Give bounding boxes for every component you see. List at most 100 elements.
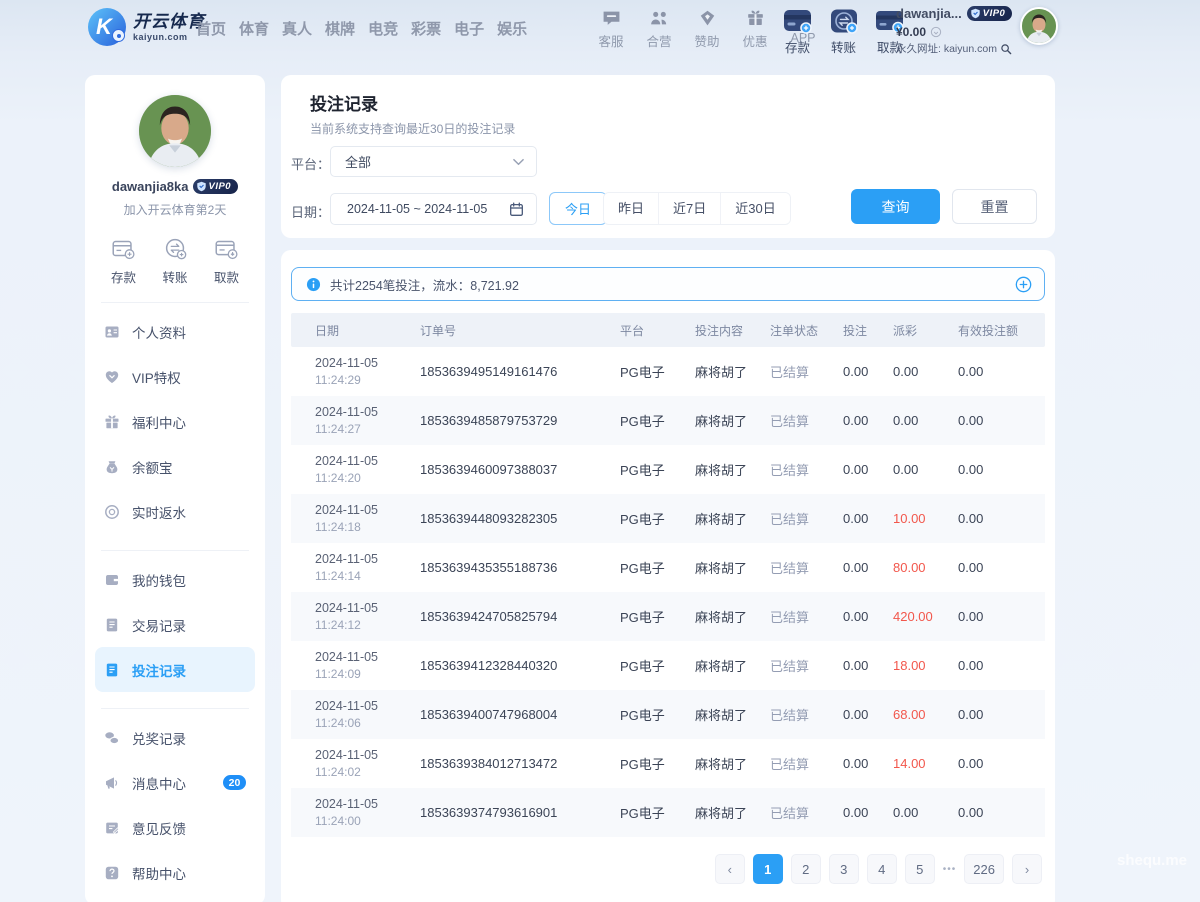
cell-platform: PG电子 — [620, 754, 695, 773]
search-button[interactable]: 查询 — [851, 189, 940, 224]
brand-logo[interactable]: K 开云体育 kaiyun.com — [88, 8, 205, 46]
logo-letter: K — [96, 14, 112, 40]
platform-select[interactable]: 全部 — [330, 146, 537, 177]
pagination-last-page-button[interactable]: 226 — [964, 854, 1004, 884]
sidebar-menu-item[interactable]: 我的钱包 — [95, 557, 255, 602]
cell-bet-content: 麻将胡了 — [695, 754, 770, 773]
summary-bar: 共计2254笔投注，流水：8,721.92 — [291, 267, 1045, 301]
quick-range-button[interactable]: 昨日 — [604, 193, 658, 224]
nav-link-6[interactable]: 电子 — [454, 18, 484, 39]
quick-action[interactable]: 取款 — [212, 235, 241, 286]
quick-action[interactable]: 存款 — [109, 235, 138, 286]
pagination-prev-button[interactable]: ‹ — [715, 854, 745, 884]
search-icon[interactable] — [1000, 43, 1012, 55]
prize-icon — [104, 730, 120, 746]
cell-platform: PG电子 — [620, 656, 695, 675]
vip-shield-icon — [970, 8, 981, 19]
yuebao-icon — [104, 459, 120, 475]
date-range-input[interactable]: 2024-11-05 ~ 2024-11-05 — [330, 193, 537, 225]
pagination-page-button[interactable]: 4 — [867, 854, 897, 884]
column-header: 投注 — [843, 322, 893, 339]
cell-payout: 420.00 — [893, 609, 958, 624]
cell-bet-amount: 0.00 — [843, 658, 893, 673]
navbar-wallet-group: 存款 转账 取款 — [779, 8, 908, 56]
cell-order-no: 1853639412328440320 — [420, 658, 620, 673]
table-row: 2024-11-05 11:24:06 1853639400747968004 … — [291, 690, 1045, 739]
sidebar-menu-item[interactable]: 余额宝 — [95, 444, 255, 489]
cell-bet-content: 麻将胡了 — [695, 362, 770, 381]
pagination-next-button[interactable]: › — [1012, 854, 1042, 884]
cell-valid-amount: 0.00 — [958, 658, 1037, 673]
chat-icon — [602, 9, 621, 27]
sidebar-menu-item[interactable]: 投注记录 — [95, 647, 255, 692]
nav-link-1[interactable]: 体育 — [239, 18, 269, 39]
pagination: ‹12345•••226› — [291, 854, 1045, 884]
brand-logo-icon: K — [88, 8, 126, 46]
sidebar-menu-item[interactable]: 个人资料 — [95, 309, 255, 354]
sidebar-menu-item[interactable]: 帮助中心 — [95, 850, 255, 895]
cell-platform: PG电子 — [620, 411, 695, 430]
cell-status: 已结算 — [770, 558, 843, 577]
refresh-balance-icon[interactable] — [930, 26, 942, 38]
divider — [101, 708, 249, 709]
cell-status: 已结算 — [770, 656, 843, 675]
deposit-outline-icon — [109, 235, 138, 263]
cell-bet-content: 麻将胡了 — [695, 607, 770, 626]
quick-action[interactable]: 转账 — [161, 235, 190, 286]
cell-order-no: 1853639384012713472 — [420, 756, 620, 771]
column-header: 派彩 — [893, 322, 958, 339]
cell-date: 2024-11-05 — [315, 797, 420, 811]
column-header: 订单号 — [420, 322, 620, 339]
cell-date: 2024-11-05 — [315, 748, 420, 762]
cell-bet-content: 麻将胡了 — [695, 509, 770, 528]
nav-link-0[interactable]: 首页 — [196, 18, 226, 39]
info-icon — [306, 277, 321, 292]
username: dawanjia... — [896, 7, 962, 20]
cell-bet-amount: 0.00 — [843, 756, 893, 771]
cell-status: 已结算 — [770, 460, 843, 479]
promo-icon — [746, 9, 765, 27]
cell-time: 11:24:29 — [315, 373, 420, 387]
sidebar-menu-item[interactable]: 兑奖记录 — [95, 715, 255, 760]
navbar-wallet-item[interactable]: 转账 — [825, 8, 862, 56]
cell-bet-content: 麻将胡了 — [695, 705, 770, 724]
nav-link-4[interactable]: 电竞 — [368, 18, 398, 39]
cell-bet-amount: 0.00 — [843, 805, 893, 820]
cell-bet-amount: 0.00 — [843, 413, 893, 428]
navbar-user-info[interactable]: dawanjia... VIP0 ¥0.00 永久网址: kaiyun.com — [896, 6, 1012, 55]
avatar[interactable] — [1020, 7, 1058, 45]
navbar-wallet-item[interactable]: 存款 — [779, 8, 816, 56]
vip-icon — [104, 369, 120, 385]
quick-range-button[interactable]: 近30日 — [720, 193, 789, 224]
navbar-utility-item[interactable]: 优惠 — [736, 9, 774, 50]
cell-platform: PG电子 — [620, 803, 695, 822]
quick-range-today-button[interactable]: 今日 — [549, 192, 607, 225]
avatar[interactable] — [139, 95, 211, 167]
wallet-icon — [104, 572, 120, 588]
pagination-page-button[interactable]: 5 — [905, 854, 935, 884]
cell-payout: 0.00 — [893, 364, 958, 379]
sidebar-menu-item[interactable]: 意见反馈 — [95, 805, 255, 850]
nav-link-2[interactable]: 真人 — [282, 18, 312, 39]
sidebar-menu-item[interactable]: 交易记录 — [95, 602, 255, 647]
sidebar-menu-item[interactable]: 消息中心 20 — [95, 760, 255, 805]
expand-plus-icon[interactable] — [1015, 276, 1032, 293]
reset-button[interactable]: 重置 — [952, 189, 1037, 224]
sidebar-menu-item[interactable]: VIP特权 — [95, 354, 255, 399]
pagination-page-button[interactable]: 1 — [753, 854, 783, 884]
navbar-utility-item[interactable]: 合营 — [640, 9, 678, 50]
nav-link-5[interactable]: 彩票 — [411, 18, 441, 39]
balance-amount: ¥0.00 — [896, 26, 926, 38]
quick-range-button[interactable]: 近7日 — [658, 193, 720, 224]
nav-link-7[interactable]: 娱乐 — [497, 18, 527, 39]
navbar-utility-item[interactable]: 客服 — [592, 9, 630, 50]
cell-date: 2024-11-05 — [315, 356, 420, 370]
sidebar-menu-item[interactable]: 福利中心 — [95, 399, 255, 444]
sidebar-menu-item[interactable]: 实时返水 — [95, 489, 255, 534]
navbar-utility-item[interactable]: 赞助 — [688, 9, 726, 50]
nav-link-3[interactable]: 棋牌 — [325, 18, 355, 39]
cell-order-no: 1853639460097388037 — [420, 462, 620, 477]
column-header: 注单状态 — [770, 322, 843, 339]
pagination-page-button[interactable]: 3 — [829, 854, 859, 884]
pagination-page-button[interactable]: 2 — [791, 854, 821, 884]
